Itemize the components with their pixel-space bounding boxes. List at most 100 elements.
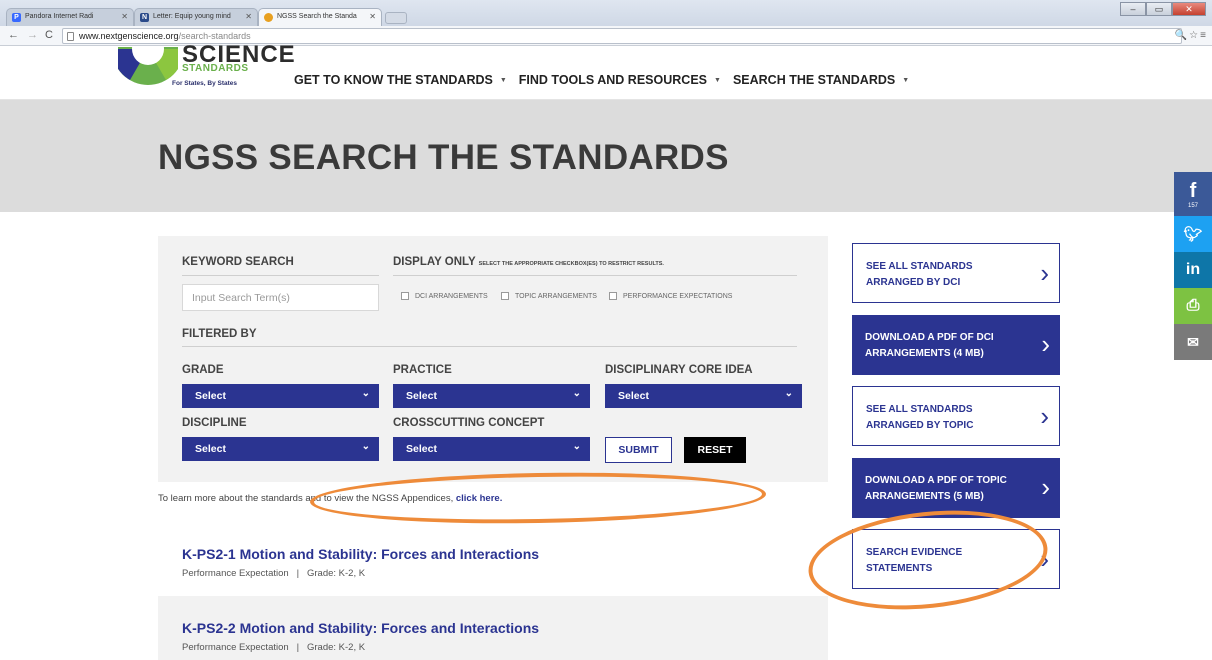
select-value: Select [195, 390, 226, 402]
news-favicon-icon: N [140, 13, 149, 22]
see-standards-by-topic-button[interactable]: SEE ALL STANDARDS ARRANGED BY TOPIC › [852, 386, 1060, 446]
ngss-logo-icon[interactable] [118, 47, 178, 87]
browser-tab-label: Letter: Equip young mind [153, 13, 231, 20]
result-title-link[interactable]: K-PS2-1 Motion and Stability: Forces and… [182, 546, 539, 562]
email-share-button[interactable]: ✉ [1174, 324, 1212, 360]
pandora-favicon-icon: P [12, 13, 21, 22]
dci-select[interactable]: Select ⌄ [605, 384, 802, 408]
main-nav: GET TO KNOW THE STANDARDS ▼ FIND TOOLS AN… [294, 73, 909, 87]
checkbox-dci[interactable]: DCI ARRANGEMENTS [401, 292, 488, 300]
divider [182, 346, 797, 347]
checkbox-label: TOPIC ARRANGEMENTS [515, 292, 597, 300]
crosscutting-label: CROSSCUTTING CONCEPT [393, 417, 545, 429]
display-only-text: DISPLAY ONLY [393, 256, 476, 268]
url-domain: www.nextgenscience.org [79, 31, 179, 41]
hero-banner: NGSS SEARCH THE STANDARDS [0, 100, 1212, 212]
twitter-icon: 🐦︎ [1183, 226, 1203, 243]
chevron-right-icon: › [1040, 258, 1049, 288]
display-only-label: DISPLAY ONLY SELECT THE APPROPRIATE CHEC… [393, 256, 664, 268]
checkbox-box[interactable] [609, 292, 617, 300]
discipline-label: DISCIPLINE [182, 417, 247, 429]
new-tab-button[interactable] [385, 12, 407, 24]
url-path: /search-standards [178, 31, 251, 41]
reload-icon[interactable]: C [45, 29, 53, 41]
crosscutting-select[interactable]: Select ⌄ [393, 437, 590, 461]
select-value: Select [406, 443, 437, 455]
social-share-bar: f 157 🐦︎ in ⎙ ✉ [1174, 172, 1212, 360]
chevron-right-icon: › [1040, 401, 1049, 431]
browser-tab-ngss[interactable]: NGSS Search the Standa ✕ [258, 8, 382, 26]
reset-button[interactable]: RESET [684, 437, 746, 463]
facebook-share-button[interactable]: f 157 [1174, 172, 1212, 216]
practice-select[interactable]: Select ⌄ [393, 384, 590, 408]
select-value: Select [406, 390, 437, 402]
chevron-right-icon: › [1041, 472, 1050, 502]
browser-tab-letter[interactable]: N Letter: Equip young mind ✕ [134, 8, 258, 26]
meta-separator: | [291, 568, 305, 579]
result-title-link[interactable]: K-PS2-2 Motion and Stability: Forces and… [182, 620, 539, 636]
select-value: Select [618, 390, 649, 402]
chevron-down-icon: ⌄ [784, 388, 793, 399]
twitter-share-button[interactable]: 🐦︎ [1174, 216, 1212, 252]
discipline-select[interactable]: Select ⌄ [182, 437, 379, 461]
checkbox-box[interactable] [401, 292, 409, 300]
nav-search-standards[interactable]: SEARCH THE STANDARDS ▼ [733, 73, 909, 87]
side-button-label: DOWNLOAD A PDF OF TOPIC ARRANGEMENTS (5 … [865, 475, 1007, 502]
close-icon[interactable]: ✕ [369, 12, 376, 21]
nav-find-tools[interactable]: FIND TOOLS AND RESOURCES ▼ [519, 73, 721, 87]
submit-button[interactable]: SUBMIT [605, 437, 672, 463]
nav-get-to-know[interactable]: GET TO KNOW THE STANDARDS ▼ [294, 73, 507, 87]
maximize-icon[interactable]: ▭ [1146, 2, 1172, 16]
meta-separator: | [291, 642, 305, 653]
download-dci-pdf-button[interactable]: DOWNLOAD A PDF OF DCI ARRANGEMENTS (4 MB… [852, 315, 1060, 375]
linkedin-share-button[interactable]: in [1174, 252, 1212, 288]
download-topic-pdf-button[interactable]: DOWNLOAD A PDF OF TOPIC ARRANGEMENTS (5 … [852, 458, 1060, 518]
result-type: Performance Expectation [182, 568, 289, 579]
chevron-down-icon: ⌄ [361, 388, 370, 399]
forward-arrow-icon[interactable]: → [27, 29, 38, 41]
result-item[interactable]: K-PS2-2 Motion and Stability: Forces and… [158, 596, 828, 660]
browser-tab-label: Pandora Internet Radi [25, 13, 94, 20]
close-icon[interactable]: ✕ [121, 12, 128, 21]
checkbox-label: PERFORMANCE EXPECTATIONS [623, 292, 733, 300]
see-standards-by-dci-button[interactable]: SEE ALL STANDARDS ARRANGED BY DCI › [852, 243, 1060, 303]
close-icon[interactable]: ✕ [245, 12, 252, 21]
checkbox-box[interactable] [501, 292, 509, 300]
divider [393, 275, 797, 276]
checkbox-topic[interactable]: TOPIC ARRANGEMENTS [501, 292, 597, 300]
nav-label: SEARCH THE STANDARDS [732, 73, 896, 87]
window-controls: – ▭ ✕ [1120, 2, 1206, 16]
nav-label: GET TO KNOW THE STANDARDS [294, 73, 493, 87]
browser-tab-label: NGSS Search the Standa [277, 13, 357, 20]
caret-down-icon: ▼ [499, 76, 507, 84]
checkbox-pe[interactable]: PERFORMANCE EXPECTATIONS [609, 292, 732, 300]
display-only-hint: SELECT THE APPROPRIATE CHECKBOX(ES) TO R… [478, 261, 664, 267]
filtered-by-label: FILTERED BY [182, 328, 257, 340]
chevron-down-icon: ⌄ [572, 441, 581, 452]
browser-tab-bar: P Pandora Internet Radi ✕ N Letter: Equi… [0, 0, 1212, 26]
chrome-favicon-icon [264, 13, 273, 22]
logo-tagline: For States, By States [172, 80, 238, 87]
result-meta: Performance Expectation | Grade: K-2, K [182, 642, 365, 653]
zoom-star-icons[interactable]: 🔍☆≡ [1175, 30, 1208, 41]
result-item[interactable]: K-PS2-1 Motion and Stability: Forces and… [158, 530, 828, 590]
result-meta: Performance Expectation | Grade: K-2, K [182, 568, 365, 579]
back-arrow-icon[interactable]: ← [8, 29, 19, 41]
grade-select[interactable]: Select ⌄ [182, 384, 379, 408]
keyword-search-label: KEYWORD SEARCH [182, 256, 294, 268]
chevron-right-icon: › [1041, 329, 1050, 359]
keyword-search-input[interactable] [182, 284, 379, 311]
print-button[interactable]: ⎙ [1174, 288, 1212, 324]
result-grade: Grade: K-2, K [306, 642, 366, 653]
result-grade: Grade: K-2, K [306, 568, 366, 579]
search-panel: KEYWORD SEARCH DISPLAY ONLY SELECT THE A… [158, 236, 828, 482]
caret-down-icon: ▼ [902, 76, 910, 84]
window-close-icon[interactable]: ✕ [1172, 2, 1206, 16]
side-button-label: DOWNLOAD A PDF OF DCI ARRANGEMENTS (4 MB… [865, 332, 994, 359]
dci-label: DISCIPLINARY CORE IDEA [605, 364, 753, 376]
print-icon: ⎙ [1186, 297, 1200, 314]
side-button-label: SEE ALL STANDARDS ARRANGED BY TOPIC [866, 404, 974, 431]
minimize-icon[interactable]: – [1120, 2, 1146, 16]
page-title: NGSS SEARCH THE STANDARDS [158, 138, 729, 177]
browser-tab-pandora[interactable]: P Pandora Internet Radi ✕ [6, 8, 134, 26]
